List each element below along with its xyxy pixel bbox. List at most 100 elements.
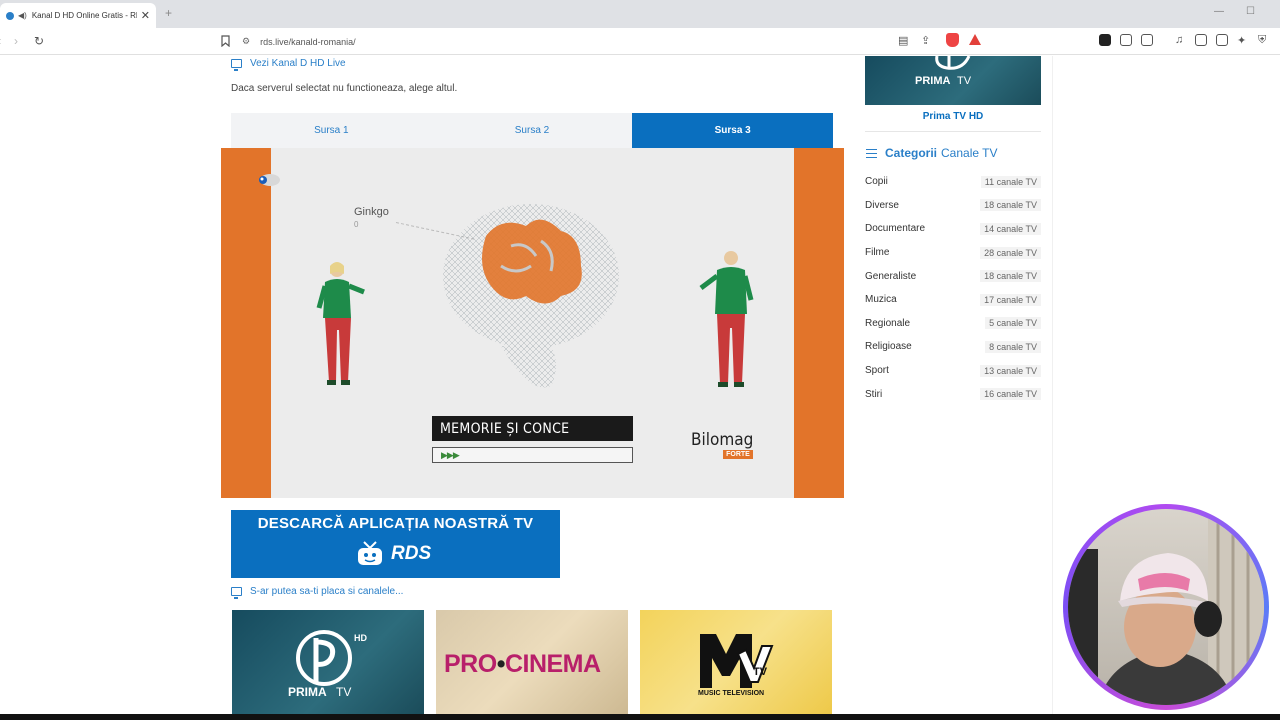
video-banner-title: MEMORIE ȘI CONCE xyxy=(432,416,633,441)
category-count: 11 canale TV xyxy=(980,175,1041,188)
category-name: Sport xyxy=(865,365,889,377)
sidebar-channel-name[interactable]: Prima TV HD xyxy=(865,111,1041,122)
share-icon[interactable]: ⇪ xyxy=(921,34,930,47)
category-item[interactable]: Copii 11 canale TV xyxy=(865,170,1041,194)
streamer-image xyxy=(1068,509,1264,705)
related-heading-text: S-ar putea sa-ti placa si canalele... xyxy=(250,586,404,597)
sidebar-channel-card[interactable]: PRIMA TV xyxy=(865,56,1041,105)
channel-card-prima[interactable]: HD PRIMA TV xyxy=(232,610,424,714)
category-name: Regionale xyxy=(865,317,911,329)
svg-text:TV: TV xyxy=(336,685,351,699)
video-left-bar xyxy=(221,148,271,498)
category-count: 14 canale TV xyxy=(980,222,1041,235)
svg-text:PRIMA: PRIMA xyxy=(915,75,951,87)
category-item[interactable]: Sport 13 canale TV xyxy=(865,359,1041,383)
reader-icon[interactable]: ▤ xyxy=(898,34,908,47)
puzzle-icon[interactable] xyxy=(1120,34,1132,46)
ginkgo-label-text: Ginkgo xyxy=(354,206,389,218)
channel-card-mtv[interactable]: TV MUSIC TELEVISION xyxy=(640,610,832,714)
category-name: Muzica xyxy=(865,294,897,306)
player-heading: Vezi Kanal D HD Live xyxy=(231,58,346,71)
category-count: 18 canale TV xyxy=(980,199,1041,212)
channel-logo-icon xyxy=(259,174,280,186)
tv-icon xyxy=(358,541,382,565)
extension-icon[interactable] xyxy=(1099,34,1111,46)
video-player[interactable]: Ginkgo 0 MEMORIE ȘI CONCE ▶▶▶ Bilomag FO… xyxy=(221,148,844,498)
wallet-icon[interactable] xyxy=(1141,34,1153,46)
tab-sursa-1[interactable]: Sursa 1 xyxy=(231,113,432,148)
close-tab-icon[interactable]: ✕ xyxy=(141,9,150,22)
category-count: 18 canale TV xyxy=(980,270,1041,283)
address-bar: ‹ › ↻ ⚙ rds.live/kanald-romania/ ▤ ⇪ ♫ ✦… xyxy=(0,28,1280,55)
category-item[interactable]: Regionale 5 canale TV xyxy=(865,312,1041,336)
related-heading: S-ar putea sa-ti placa si canalele... xyxy=(231,586,404,599)
browser-tab-bar: ◀) Kanal D HD Online Gratis - RD ✕ + — ☐ xyxy=(0,0,1280,28)
mtv-subtitle: MUSIC TELEVISION xyxy=(698,690,765,697)
url-field[interactable]: ⚙ rds.live/kanald-romania/ xyxy=(242,31,994,52)
tab-sursa-3[interactable]: Sursa 3 xyxy=(632,113,834,148)
category-name: Documentare xyxy=(865,223,926,235)
shield-icon[interactable]: ⛨ xyxy=(1258,34,1266,47)
sidebar-divider xyxy=(865,131,1041,132)
category-count: 17 canale TV xyxy=(980,293,1041,306)
category-name: Copii xyxy=(865,176,888,188)
reload-icon[interactable]: ↻ xyxy=(34,34,44,48)
pro-cinema-logo: PRO•CINEMA xyxy=(444,650,601,678)
category-count: 16 canale TV xyxy=(980,388,1041,401)
media-icon[interactable]: ♫ xyxy=(1175,34,1183,46)
maximize-icon[interactable]: ☐ xyxy=(1246,6,1255,17)
bookmark-icon[interactable] xyxy=(221,35,230,47)
svg-text:TV: TV xyxy=(753,666,768,678)
category-item[interactable]: Muzica 17 canale TV xyxy=(865,288,1041,312)
forward-icon[interactable]: › xyxy=(14,34,18,48)
category-item[interactable]: Religioase 8 canale TV xyxy=(865,335,1041,359)
tab-title: Kanal D HD Online Gratis - RD xyxy=(31,11,137,20)
categories-heading-rest: Canale TV xyxy=(941,146,998,160)
new-tab-button[interactable]: + xyxy=(165,6,172,20)
brain-graphic xyxy=(443,204,619,388)
pro-cinema-text-2: CINEMA xyxy=(504,650,601,678)
webcam-overlay xyxy=(1063,504,1269,710)
brave-rewards-icon[interactable] xyxy=(969,34,981,45)
category-name: Diverse xyxy=(865,199,899,211)
category-name: Filme xyxy=(865,247,890,259)
svg-text:TV: TV xyxy=(957,75,972,87)
pro-cinema-text-1: PRO xyxy=(444,650,497,678)
mtv-logo-icon: TV xyxy=(700,634,774,688)
back-icon[interactable]: ‹ xyxy=(0,34,1,48)
category-item[interactable]: Stiri 16 canale TV xyxy=(865,382,1041,406)
category-count: 13 canale TV xyxy=(980,364,1041,377)
category-item[interactable]: Diverse 18 canale TV xyxy=(865,194,1041,218)
browser-tab[interactable]: ◀) Kanal D HD Online Gratis - RD ✕ xyxy=(0,3,156,28)
list-icon xyxy=(866,148,877,158)
taskbar-strip xyxy=(0,714,1280,720)
svg-text:HD: HD xyxy=(354,633,367,643)
channel-card-pro-cinema[interactable]: PRO•CINEMA xyxy=(436,610,628,714)
player-heading-text: Vezi Kanal D HD Live xyxy=(250,58,346,69)
vpn-icon[interactable] xyxy=(1216,34,1228,46)
prima-tv-logo-icon: PRIMA TV xyxy=(915,56,972,87)
video-right-bar xyxy=(794,148,844,498)
monitor-icon xyxy=(231,587,242,599)
leo-icon[interactable]: ✦ xyxy=(1237,34,1246,47)
brave-shields-icon[interactable] xyxy=(946,33,959,47)
site-settings-icon[interactable]: ⚙ xyxy=(242,36,250,47)
minimize-icon[interactable]: — xyxy=(1214,6,1224,17)
category-count: 28 canale TV xyxy=(980,246,1041,259)
presenter-man xyxy=(699,251,754,387)
category-item[interactable]: Filme 28 canale TV xyxy=(865,241,1041,265)
server-notice: Daca serverul selectat nu functioneaza, … xyxy=(231,83,458,94)
category-item[interactable]: Documentare 14 canale TV xyxy=(865,217,1041,241)
category-item[interactable]: Generaliste 18 canale TV xyxy=(865,264,1041,288)
speaker-icon[interactable]: ◀) xyxy=(18,11,27,20)
sidebar-icon[interactable] xyxy=(1195,34,1207,46)
tab-sursa-2[interactable]: Sursa 2 xyxy=(432,113,633,148)
webcam-feed xyxy=(1068,509,1264,705)
ginkgo-label: Ginkgo 0 xyxy=(354,206,389,229)
app-banner-brand: RDS xyxy=(391,543,432,564)
source-tabs: Sursa 1 Sursa 2 Sursa 3 xyxy=(231,113,834,148)
svg-text:PRIMA: PRIMA xyxy=(288,685,327,699)
ginkgo-value: 0 xyxy=(354,220,359,229)
app-download-banner[interactable]: DESCARCĂ APLICAȚIA NOASTRĂ TV RDS xyxy=(231,510,560,578)
presenter-woman xyxy=(316,262,365,385)
